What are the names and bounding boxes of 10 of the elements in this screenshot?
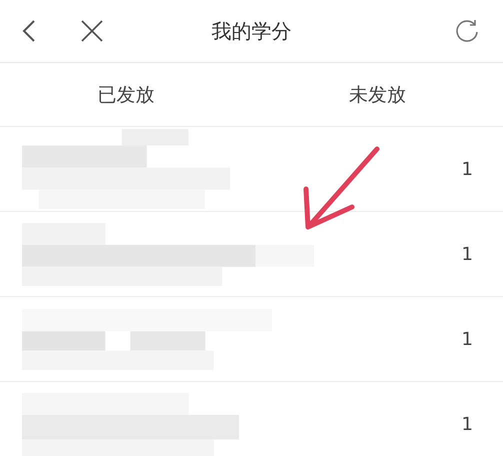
- page-title: 我的学分: [212, 18, 292, 44]
- tab[interactable]: 已发放: [0, 63, 252, 126]
- close-icon[interactable]: [80, 19, 104, 43]
- credit-value: 1: [462, 244, 473, 264]
- refresh-icon[interactable]: [453, 17, 481, 45]
- credit-value: 1: [462, 414, 473, 434]
- tab[interactable]: 未发放: [252, 63, 503, 126]
- credit-value: 1: [462, 328, 473, 350]
- credit-value: 1: [462, 158, 473, 180]
- back-icon[interactable]: [22, 19, 36, 43]
